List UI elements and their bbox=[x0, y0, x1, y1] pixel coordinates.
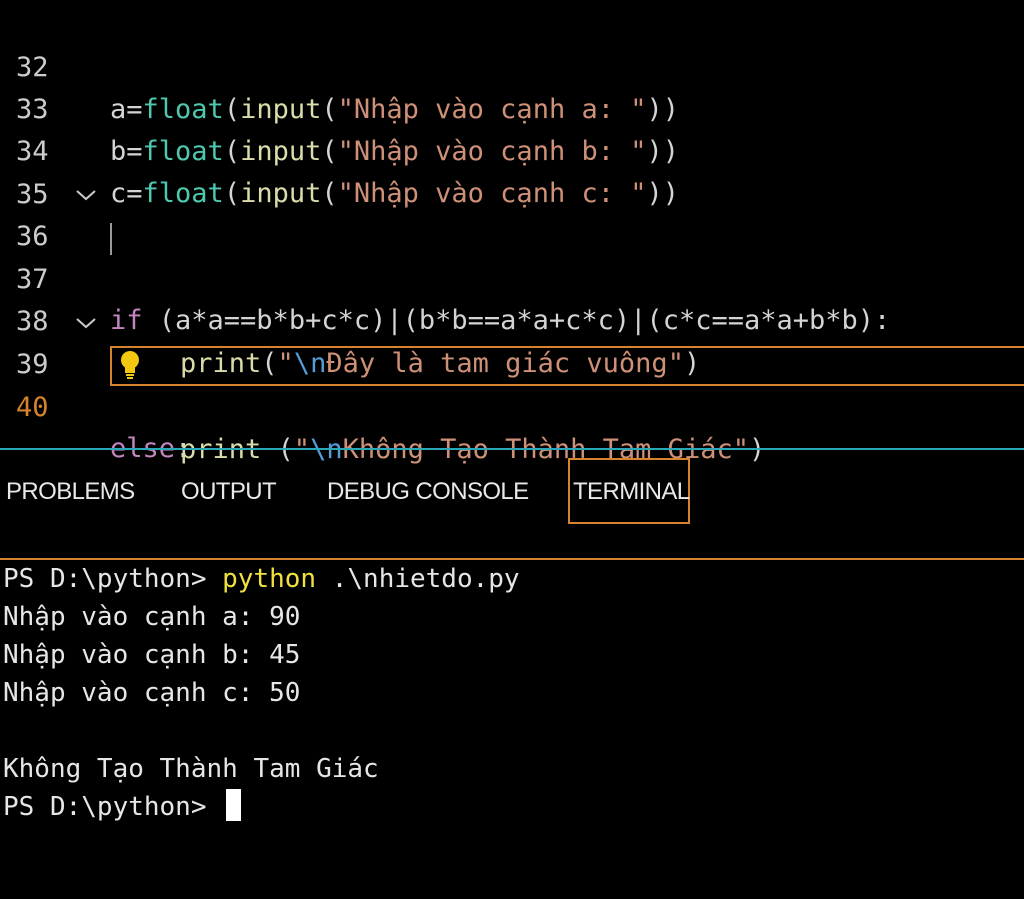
terminal[interactable]: PS D:\python> python .\nhietdo.py Nhập v… bbox=[0, 560, 1024, 899]
tab-problems[interactable]: PROBLEMS bbox=[6, 476, 135, 508]
code-line[interactable]: 37 print("\nĐây là tam giác vuông") bbox=[0, 217, 1024, 379]
tab-debug-console[interactable]: DEBUG CONSOLE bbox=[327, 476, 529, 508]
chevron-down-icon[interactable] bbox=[72, 174, 100, 216]
terminal-prompt[interactable]: PS D:\python> bbox=[3, 788, 242, 826]
indent-guide bbox=[110, 223, 112, 255]
code-line[interactable]: 33 b=float(input("Nhập vào cạnh b: ")) bbox=[0, 47, 1024, 167]
code-line[interactable]: 39 else: bbox=[0, 302, 1024, 464]
lightbulb-icon[interactable] bbox=[118, 349, 142, 381]
line-number: 40 bbox=[16, 392, 49, 423]
code-line[interactable]: 35 bbox=[0, 132, 1024, 210]
code-line[interactable]: 34 c=float(input("Nhập vào cạnh c: ")) bbox=[0, 89, 1024, 209]
code-line-current[interactable]: 40 print ("\nKhông Tạo Thành Tam Giác") bbox=[0, 345, 1024, 465]
code-line[interactable]: 38 bbox=[0, 259, 1024, 337]
terminal-line: Nhập vào cạnh a: 90 bbox=[3, 602, 301, 632]
code-line[interactable]: 32 a=float(input("Nhập vào cạnh a: ")) bbox=[0, 5, 1024, 125]
terminal-line: PS D:\python> python .\nhietdo.py bbox=[3, 564, 520, 594]
terminal-cursor bbox=[226, 789, 242, 821]
terminal-line: Nhập vào cạnh b: 45 bbox=[3, 640, 301, 670]
terminal-line: Nhập vào cạnh c: 50 bbox=[3, 678, 301, 708]
tab-output[interactable]: OUTPUT bbox=[181, 476, 277, 508]
chevron-down-icon[interactable] bbox=[72, 302, 100, 344]
code-editor[interactable]: 32 a=float(input("Nhập vào cạnh a: ")) 3… bbox=[0, 0, 1024, 465]
terminal-line: Không Tạo Thành Tam Giác bbox=[3, 754, 379, 784]
tab-terminal[interactable]: TERMINAL bbox=[573, 476, 690, 508]
code-line[interactable]: 36 if (a*a==b*b+c*c)|(b*b==a*a+c*c)|(c*c… bbox=[0, 174, 1024, 336]
